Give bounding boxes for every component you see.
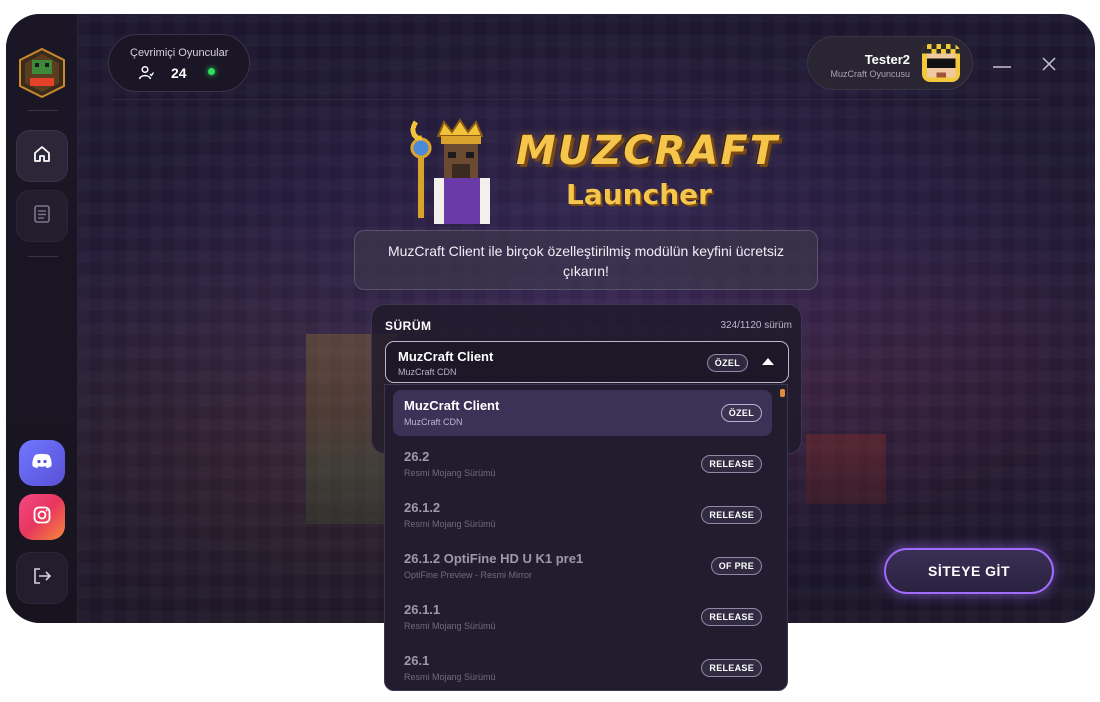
version-count: 324/1120 sürüm <box>720 320 792 331</box>
logout-icon <box>31 566 53 591</box>
version-option-name: 26.1 <box>404 653 430 668</box>
version-option-name: MuzCraft Client <box>404 398 500 413</box>
version-option-badge: ÖZEL <box>720 404 762 422</box>
hero-subtitle: Launcher <box>566 178 712 211</box>
visit-site-button[interactable]: SİTEYE GİT <box>884 548 1054 594</box>
muzcraft-logo <box>18 47 66 99</box>
king-character-icon <box>408 118 523 228</box>
info-message: MuzCraft Client ile birçok özelleştirilm… <box>354 230 818 290</box>
scrollbar-thumb[interactable] <box>780 389 785 397</box>
version-option-name: 26.1.2 <box>404 500 441 515</box>
sidebar-divider <box>28 110 58 111</box>
sidebar-news-button[interactable] <box>16 190 68 242</box>
version-option-badge: RELEASE <box>701 608 762 626</box>
selected-version-source: MuzCraft CDN <box>398 367 457 377</box>
version-option-source: Resmi Mojang Sürümü <box>404 468 496 478</box>
version-option-name: 26.2 <box>404 449 430 464</box>
version-label: SÜRÜM <box>385 319 432 333</box>
hero-title: MUZCRAFT <box>516 128 780 174</box>
document-icon <box>33 204 51 229</box>
sidebar-instagram-button[interactable] <box>19 494 65 540</box>
version-option[interactable]: 26.1.2 Resmi Mojang Sürümü RELEASE <box>393 492 772 538</box>
version-option-source: OptiFine Preview - Resmi Mirror <box>404 570 533 580</box>
version-option-badge: OF PRE <box>710 557 762 575</box>
close-button[interactable] <box>1041 56 1057 72</box>
online-status-dot <box>208 68 215 75</box>
user-profile[interactable]: Tester2 MuzCraft Oyuncusu <box>807 36 973 90</box>
sidebar-discord-button[interactable] <box>19 440 65 486</box>
header-divider <box>111 99 1041 100</box>
instagram-icon <box>32 505 52 530</box>
launcher-title-logo: MUZCRAFT Launcher <box>396 118 780 228</box>
version-option[interactable]: 26.1 Resmi Mojang Sürümü RELEASE <box>393 645 772 690</box>
sidebar <box>6 14 78 623</box>
sidebar-home-button[interactable] <box>16 130 68 182</box>
user-name: Tester2 <box>864 52 910 67</box>
selected-version-badge: ÖZEL <box>706 354 748 372</box>
background-mushroom <box>806 434 886 504</box>
version-option-source: MuzCraft CDN <box>404 417 463 427</box>
version-option[interactable]: 26.2 Resmi Mojang Sürümü RELEASE <box>393 441 772 487</box>
minimize-button[interactable] <box>993 60 1011 72</box>
discord-icon <box>31 452 53 475</box>
online-players-label: Çevrimiçi Oyuncular <box>130 47 229 59</box>
online-players-widget: Çevrimiçi Oyuncular 24 <box>108 34 250 92</box>
sidebar-logout-button[interactable] <box>16 552 68 604</box>
version-option-name: 26.1.2 OptiFine HD U K1 pre1 <box>404 551 584 566</box>
close-icon <box>1041 57 1057 76</box>
version-option[interactable]: 26.1.2 OptiFine HD U K1 pre1 OptiFine Pr… <box>393 543 772 589</box>
version-option-badge: RELEASE <box>701 506 762 524</box>
version-option-source: Resmi Mojang Sürümü <box>404 621 496 631</box>
home-icon <box>32 144 52 169</box>
players-icon <box>138 65 155 86</box>
version-option-source: Resmi Mojang Sürümü <box>404 519 496 529</box>
version-select[interactable]: MuzCraft Client MuzCraft CDN ÖZEL <box>385 341 789 383</box>
version-option-source: Resmi Mojang Sürümü <box>404 672 496 682</box>
version-option[interactable]: MuzCraft Client MuzCraft CDN ÖZEL <box>393 390 772 436</box>
user-subtitle: MuzCraft Oyuncusu <box>830 69 910 79</box>
version-dropdown: MuzCraft Client MuzCraft CDN ÖZEL 26.2 R… <box>384 384 788 691</box>
online-players-count: 24 <box>171 65 187 81</box>
avatar <box>922 44 960 82</box>
version-option-badge: RELEASE <box>701 455 762 473</box>
minimize-icon <box>993 60 1011 77</box>
chevron-up-icon <box>762 358 774 365</box>
selected-version-name: MuzCraft Client <box>398 349 494 364</box>
version-option-badge: RELEASE <box>701 659 762 677</box>
sidebar-divider <box>28 256 58 257</box>
version-option-name: 26.1.1 <box>404 602 441 617</box>
version-option[interactable]: 26.1.1 Resmi Mojang Sürümü RELEASE <box>393 594 772 640</box>
